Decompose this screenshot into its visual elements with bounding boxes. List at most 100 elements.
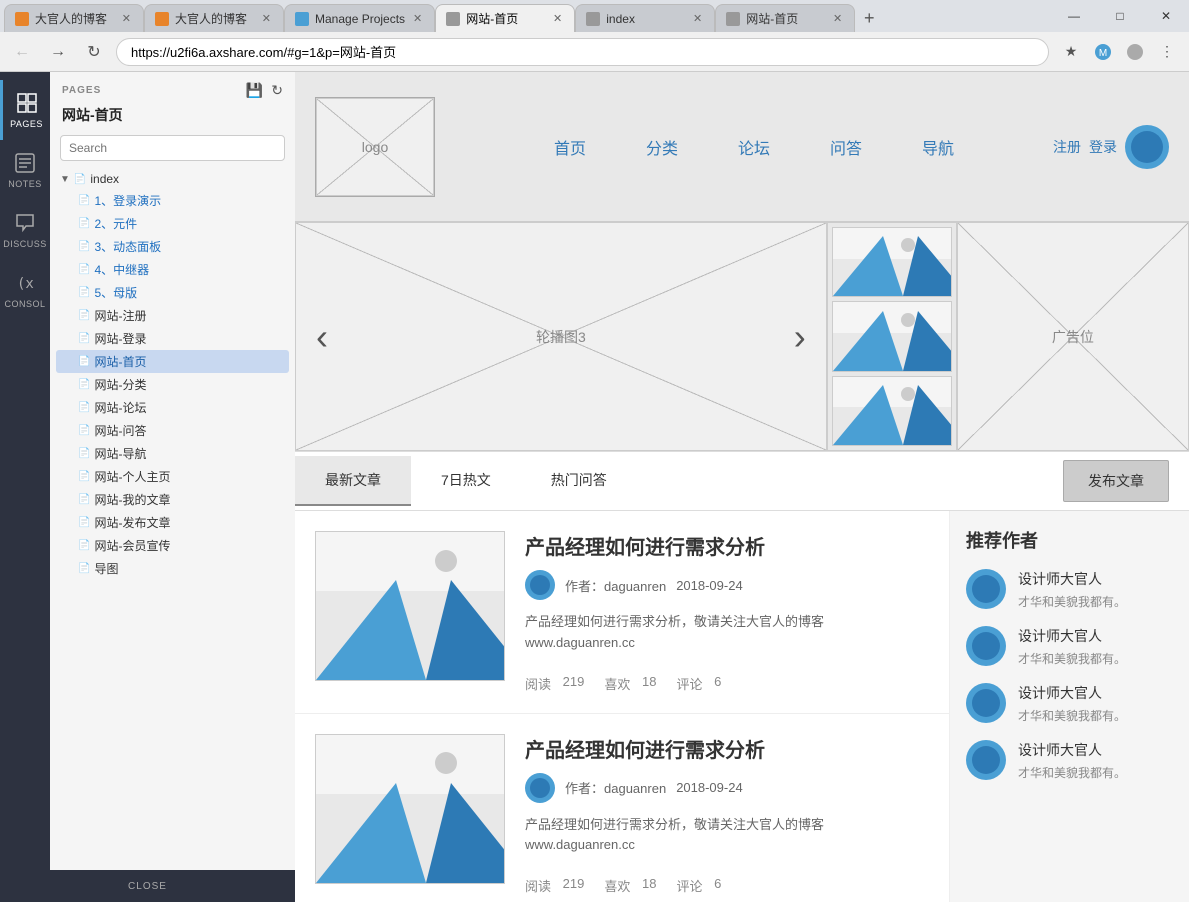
browser-tab-tab6[interactable]: 网站-首页 ✕ <box>715 4 855 32</box>
sidebar-icon-discuss[interactable]: DISCUSS <box>0 200 50 260</box>
tree-item[interactable]: 📄网站-导航 <box>56 442 289 465</box>
article-stats-1: 阅读 219 喜欢 18 评论 6 <box>525 666 929 693</box>
tree-item[interactable]: 📄5、母版 <box>56 281 289 304</box>
tree-label: 网站-发布文章 <box>94 514 170 531</box>
like-stat-2: 喜欢 18 <box>604 876 656 895</box>
address-input[interactable] <box>116 38 1049 66</box>
tab-close[interactable]: ✕ <box>120 10 133 27</box>
article-title-2: 产品经理如何进行需求分析 <box>525 734 929 763</box>
nav-home[interactable]: 首页 <box>554 135 586 159</box>
tree-item[interactable]: 📄网站-个人主页 <box>56 465 289 488</box>
nav-forum[interactable]: 论坛 <box>738 135 770 159</box>
title-bar: 大官人的博客 ✕ 大官人的博客 ✕ Manage Projects ✕ 网站-首… <box>0 0 1189 32</box>
tab-hot7[interactable]: 7日热文 <box>411 456 521 506</box>
tree-item[interactable]: 📄网站-登录 <box>56 327 289 350</box>
tab-latest[interactable]: 最新文章 <box>295 456 411 506</box>
carousel-prev[interactable]: ‹ <box>316 316 328 358</box>
tab-favicon <box>446 12 460 26</box>
more-button[interactable]: ⋮ <box>1153 38 1181 66</box>
tree-item[interactable]: 📄网站-首页 <box>56 350 289 373</box>
discuss-label: DISCUSS <box>3 239 47 249</box>
tab-hotqa[interactable]: 热门问答 <box>521 456 637 506</box>
search-input[interactable] <box>60 135 285 161</box>
sidebar-icon-console[interactable]: (x) CONSOL <box>0 260 50 320</box>
tree-item[interactable]: 📄网站-会员宣传 <box>56 534 289 557</box>
tab-title: 大官人的博客 <box>35 10 114 27</box>
sidebar-icon-notes[interactable]: NOTES <box>0 140 50 200</box>
tab-close[interactable]: ✕ <box>260 10 273 27</box>
tree-item[interactable]: 📄网站-注册 <box>56 304 289 327</box>
tree-item[interactable]: 📄2、元件 <box>56 212 289 235</box>
preview-area[interactable]: logo 首页 分类 论坛 问答 导航 注册 登录 <box>295 72 1189 902</box>
tree-item[interactable]: 📄网站-分类 <box>56 373 289 396</box>
sidebar-icon-pages[interactable]: PAGES <box>0 80 50 140</box>
tree-item[interactable]: 📄网站-我的文章 <box>56 488 289 511</box>
tree-label: 网站-登录 <box>94 330 146 347</box>
author-item-2: 设计师大官人 才华和美貌我都有。 <box>966 626 1173 667</box>
extension-icon[interactable] <box>1121 38 1149 66</box>
export-button[interactable]: 💾 <box>246 82 263 99</box>
nav-category[interactable]: 分类 <box>646 135 678 159</box>
close-bar[interactable]: CLOSE <box>0 870 295 902</box>
tab-favicon <box>586 12 600 26</box>
article-thumb-2 <box>315 734 505 884</box>
tab-close[interactable]: ✕ <box>551 10 564 27</box>
maximize-button[interactable]: □ <box>1097 0 1143 32</box>
user-avatar[interactable] <box>1125 125 1169 169</box>
tree-item[interactable]: ▼📄index <box>56 169 289 189</box>
tree-item[interactable]: 📄网站-发布文章 <box>56 511 289 534</box>
content-tabs-section: 最新文章 7日热文 热门问答 发布文章 <box>295 452 1189 511</box>
thumb-3[interactable] <box>832 376 952 446</box>
tree-label: index <box>90 172 119 186</box>
svg-text:M: M <box>1099 48 1107 59</box>
tree-item[interactable]: 📄网站-问答 <box>56 419 289 442</box>
browser-tab-tab4[interactable]: 网站-首页 ✕ <box>435 4 575 32</box>
tab-close[interactable]: ✕ <box>691 10 704 27</box>
tree-item[interactable]: 📄网站-论坛 <box>56 396 289 419</box>
back-button[interactable]: ← <box>8 38 36 66</box>
article-desc-2: 产品经理如何进行需求分析，敬请关注大官人的博客 www.daguanren.cc <box>525 815 929 857</box>
tab-close[interactable]: ✕ <box>411 10 424 27</box>
browser-tab-tab5[interactable]: index ✕ <box>575 4 715 32</box>
ad-section: 广告位 <box>957 222 1189 451</box>
refresh-button[interactable]: ↻ <box>80 38 108 66</box>
tree-label: 网站-论坛 <box>94 399 146 416</box>
nav-login[interactable]: 登录 <box>1089 137 1117 157</box>
tree-item[interactable]: 📄导图 <box>56 557 289 580</box>
tree-page-icon: 📄 <box>78 264 90 275</box>
tab-favicon <box>15 12 29 26</box>
profile-icon[interactable]: M <box>1089 38 1117 66</box>
browser-tab-tab3[interactable]: Manage Projects ✕ <box>284 4 435 32</box>
author-desc-3: 才华和美貌我都有。 <box>1018 707 1173 724</box>
forward-button[interactable]: → <box>44 38 72 66</box>
browser-tab-tab1[interactable]: 大官人的博客 ✕ <box>4 4 144 32</box>
refresh-tree-button[interactable]: ↻ <box>271 82 283 99</box>
tree-item[interactable]: 📄1、登录演示 <box>56 189 289 212</box>
publish-button[interactable]: 发布文章 <box>1063 460 1169 502</box>
thumb-1[interactable] <box>832 227 952 297</box>
nav-guide[interactable]: 导航 <box>922 135 954 159</box>
carousel-next[interactable]: › <box>794 316 806 358</box>
main-content: PAGES NOTES <box>0 72 1189 902</box>
tree-item[interactable]: 📄 4、中继器 <box>56 258 289 281</box>
nav-register[interactable]: 注册 <box>1053 137 1081 157</box>
proto-nav: 首页 分类 论坛 问答 导航 <box>455 135 1053 159</box>
search-box <box>60 135 285 161</box>
tab-close[interactable]: ✕ <box>831 10 844 27</box>
tree-label: 4、中继器 <box>94 261 149 278</box>
new-tab-button[interactable]: + <box>855 4 883 32</box>
nav-qa[interactable]: 问答 <box>830 135 862 159</box>
page-tree: ▼📄index📄1、登录演示📄2、元件📄3、动态面板📄4、中继器📄5、母版📄网站… <box>50 169 295 870</box>
tree-item[interactable]: 📄3、动态面板 <box>56 235 289 258</box>
tree-label: 1、登录演示 <box>94 192 161 209</box>
bookmark-button[interactable]: ★ <box>1057 38 1085 66</box>
thumb-2[interactable] <box>832 301 952 371</box>
browser-tab-tab2[interactable]: 大官人的博客 ✕ <box>144 4 284 32</box>
recommended-authors: 推荐作者 设计师大官人 才华和美貌我都有。 <box>950 511 1189 813</box>
article-thumb-1 <box>315 531 505 681</box>
minimize-button[interactable]: — <box>1051 0 1097 32</box>
notes-icon <box>13 151 37 175</box>
close-button[interactable]: ✕ <box>1143 0 1189 32</box>
author-item-4: 设计师大官人 才华和美貌我都有。 <box>966 740 1173 781</box>
article-author-avatar-1 <box>525 570 555 600</box>
